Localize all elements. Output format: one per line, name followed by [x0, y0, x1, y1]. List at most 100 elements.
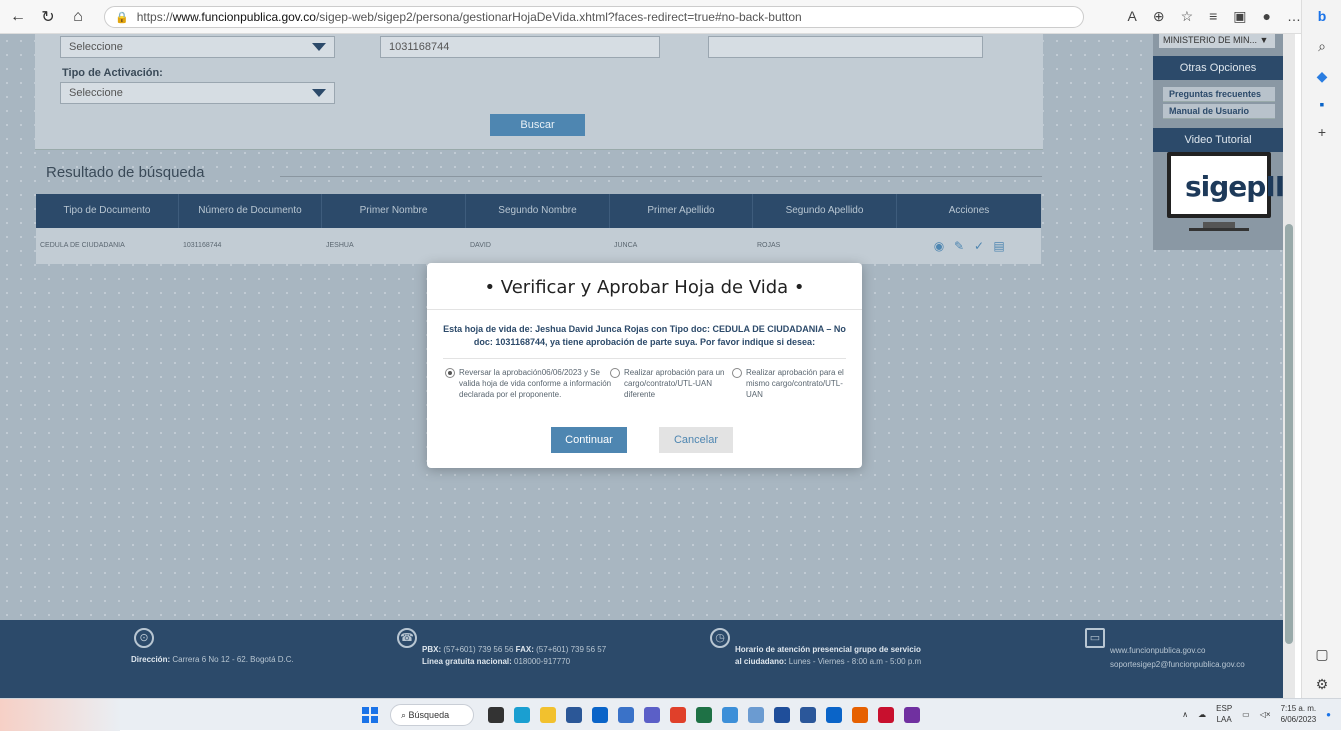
option-aprobacion-diferente[interactable]: Realizar aprobación para un cargo/contra… [610, 367, 735, 400]
col-numero-documento[interactable]: Número de Documento [179, 194, 322, 228]
word-icon[interactable] [800, 707, 816, 723]
app-icon[interactable] [748, 707, 764, 723]
scrollbar-thumb[interactable] [1285, 224, 1293, 644]
firefox-icon[interactable] [852, 707, 868, 723]
excel-icon[interactable] [696, 707, 712, 723]
option-aprobacion-mismo[interactable]: Realizar aprobación para el mismo cargo/… [732, 367, 850, 400]
refresh-icon[interactable]: ↻ [36, 5, 60, 29]
language-code[interactable]: ESP [1216, 704, 1232, 713]
clock-time[interactable]: 7:15 a. m. [1281, 704, 1317, 713]
add-icon[interactable]: + [1312, 124, 1332, 144]
approve-modal: • Verificar y Aprobar Hoja de Vida • Est… [427, 263, 862, 468]
hours-value: Lunes - Viernes - 8:00 a.m - 5:00 p.m [788, 657, 922, 666]
more-icon[interactable]: … [1287, 8, 1301, 25]
continue-button[interactable]: Continuar [551, 427, 627, 453]
bing-icon[interactable]: b [1312, 8, 1332, 28]
weather-icon[interactable]: ☁ [1198, 709, 1206, 720]
chevron-up-icon[interactable]: ∧ [1182, 709, 1188, 720]
activation-type-select[interactable]: Seleccione [60, 82, 335, 104]
col-primer-nombre[interactable]: Primer Nombre [322, 194, 466, 228]
footer-contact: www.funcionpublica.gov.co soportesigep2@… [1110, 644, 1245, 672]
footer-web-link[interactable]: www.funcionpublica.gov.co [1110, 644, 1245, 658]
taskbar-search[interactable]: ⌕ Búsqueda [390, 704, 474, 726]
store-icon[interactable] [566, 707, 582, 723]
document-icon[interactable]: ▤ [992, 239, 1006, 253]
phone-icon: ☎ [397, 628, 417, 648]
network-icon[interactable] [722, 707, 738, 723]
windows-start-icon[interactable] [362, 707, 378, 723]
back-icon[interactable]: ← [6, 5, 30, 29]
document-number-input[interactable]: 1031168744 [380, 36, 660, 58]
radio-selected-icon[interactable] [445, 368, 455, 378]
tools-icon[interactable]: ◆ [1312, 68, 1332, 88]
system-tray[interactable]: ∧ ☁ ESP LAA ▭ ◁× 7:15 a. m. 6/06/2023 ● [1182, 703, 1331, 725]
select-value: Seleccione [69, 87, 123, 99]
mail-icon[interactable] [592, 707, 608, 723]
url-path: /sigep-web/sigep2/persona/gestionarHojaD… [315, 10, 802, 24]
settings-gear-icon[interactable]: ⚙ [1312, 676, 1332, 696]
pbx-label: PBX: [422, 645, 442, 654]
volume-muted-icon[interactable]: ◁× [1260, 709, 1271, 720]
sidebar-toggle-icon[interactable]: ▢ [1312, 646, 1332, 666]
radio-icon[interactable] [732, 368, 742, 378]
option-reversar[interactable]: Reversar la aprobación06/06/2023 y Se va… [445, 367, 613, 400]
favorite-star-icon[interactable]: ☆ [1181, 8, 1194, 25]
collections-icon[interactable]: ▣ [1233, 8, 1246, 25]
fax-value: (57+601) 739 56 57 [536, 645, 607, 654]
document-type-select[interactable]: Seleccione [60, 36, 335, 58]
edge-icon[interactable] [514, 707, 530, 723]
outlook-icon[interactable]: ▪ [1312, 96, 1332, 116]
footer: ⊙ Dirección: Carrera 6 No 12 - 62. Bogot… [0, 620, 1283, 698]
col-tipo-documento[interactable]: Tipo de Documento [36, 194, 179, 228]
activation-type-label: Tipo de Activación: [62, 67, 163, 79]
radio-icon[interactable] [610, 368, 620, 378]
input-value: 1031168744 [389, 41, 450, 53]
read-aloud-icon[interactable]: A [1127, 8, 1136, 25]
outlook-icon[interactable] [826, 707, 842, 723]
buscar-button[interactable]: Buscar [490, 114, 585, 136]
teams-icon[interactable] [644, 707, 660, 723]
app-icon[interactable] [904, 707, 920, 723]
app-icon[interactable] [618, 707, 634, 723]
clock-date[interactable]: 6/06/2023 [1281, 715, 1317, 724]
col-segundo-nombre[interactable]: Segundo Nombre [466, 194, 610, 228]
address-label: Dirección: [131, 655, 171, 664]
lock-icon: 🔒 [115, 11, 129, 24]
approve-check-icon[interactable]: ✓ [972, 239, 986, 253]
user-manual-link[interactable]: Manual de Usuario [1163, 104, 1275, 119]
col-primer-apellido[interactable]: Primer Apellido [610, 194, 753, 228]
footer-email-link[interactable]: soportesigep2@funcionpublica.gov.co [1110, 658, 1245, 672]
name-input[interactable] [708, 36, 983, 58]
favorites-icon[interactable]: ≡ [1209, 8, 1217, 25]
option-label: Realizar aprobación para un cargo/contra… [624, 368, 725, 399]
profile-icon[interactable]: ● [1263, 8, 1271, 25]
col-segundo-apellido[interactable]: Segundo Apellido [753, 194, 897, 228]
view-eye-icon[interactable]: ◉ [932, 239, 946, 253]
video-tutorial-thumbnail[interactable]: sigepII [1167, 152, 1283, 218]
app-icon[interactable] [878, 707, 894, 723]
notification-icon[interactable]: ● [1326, 709, 1331, 720]
search-label: Búsqueda [408, 710, 450, 720]
keyboard-layout[interactable]: LAA [1217, 715, 1232, 724]
taskbar-widget[interactable] [0, 699, 120, 731]
file-explorer-icon[interactable] [540, 707, 556, 723]
cell-numero-documento: 1031168744 [183, 242, 222, 249]
search-panel: Seleccione 1031168744 Tipo de Activación… [35, 34, 1043, 150]
cell-segundo-nombre: DAVID [470, 242, 491, 249]
search-icon[interactable]: ⌕ [1312, 38, 1332, 58]
home-icon[interactable]: ⌂ [66, 5, 90, 29]
sigep-logo: sigepII [1185, 170, 1283, 203]
chrome-icon[interactable] [670, 707, 686, 723]
fax-label: FAX: [515, 645, 534, 654]
entity-value: MINISTERIO DE MIN... [1163, 35, 1258, 45]
notes-icon[interactable] [774, 707, 790, 723]
task-view-icon[interactable] [488, 707, 504, 723]
address-bar[interactable]: 🔒 https://www.funcionpublica.gov.co/sige… [104, 6, 1084, 28]
cancel-button[interactable]: Cancelar [659, 427, 733, 453]
edit-pencil-icon[interactable]: ✎ [952, 239, 966, 253]
network-icon[interactable]: ▭ [1242, 709, 1250, 720]
zoom-icon[interactable]: ⊕ [1153, 8, 1165, 25]
page-scrollbar[interactable] [1283, 34, 1295, 698]
faq-link[interactable]: Preguntas frecuentes [1163, 87, 1275, 102]
entity-select[interactable]: MINISTERIO DE MIN... ▼ [1159, 34, 1275, 48]
